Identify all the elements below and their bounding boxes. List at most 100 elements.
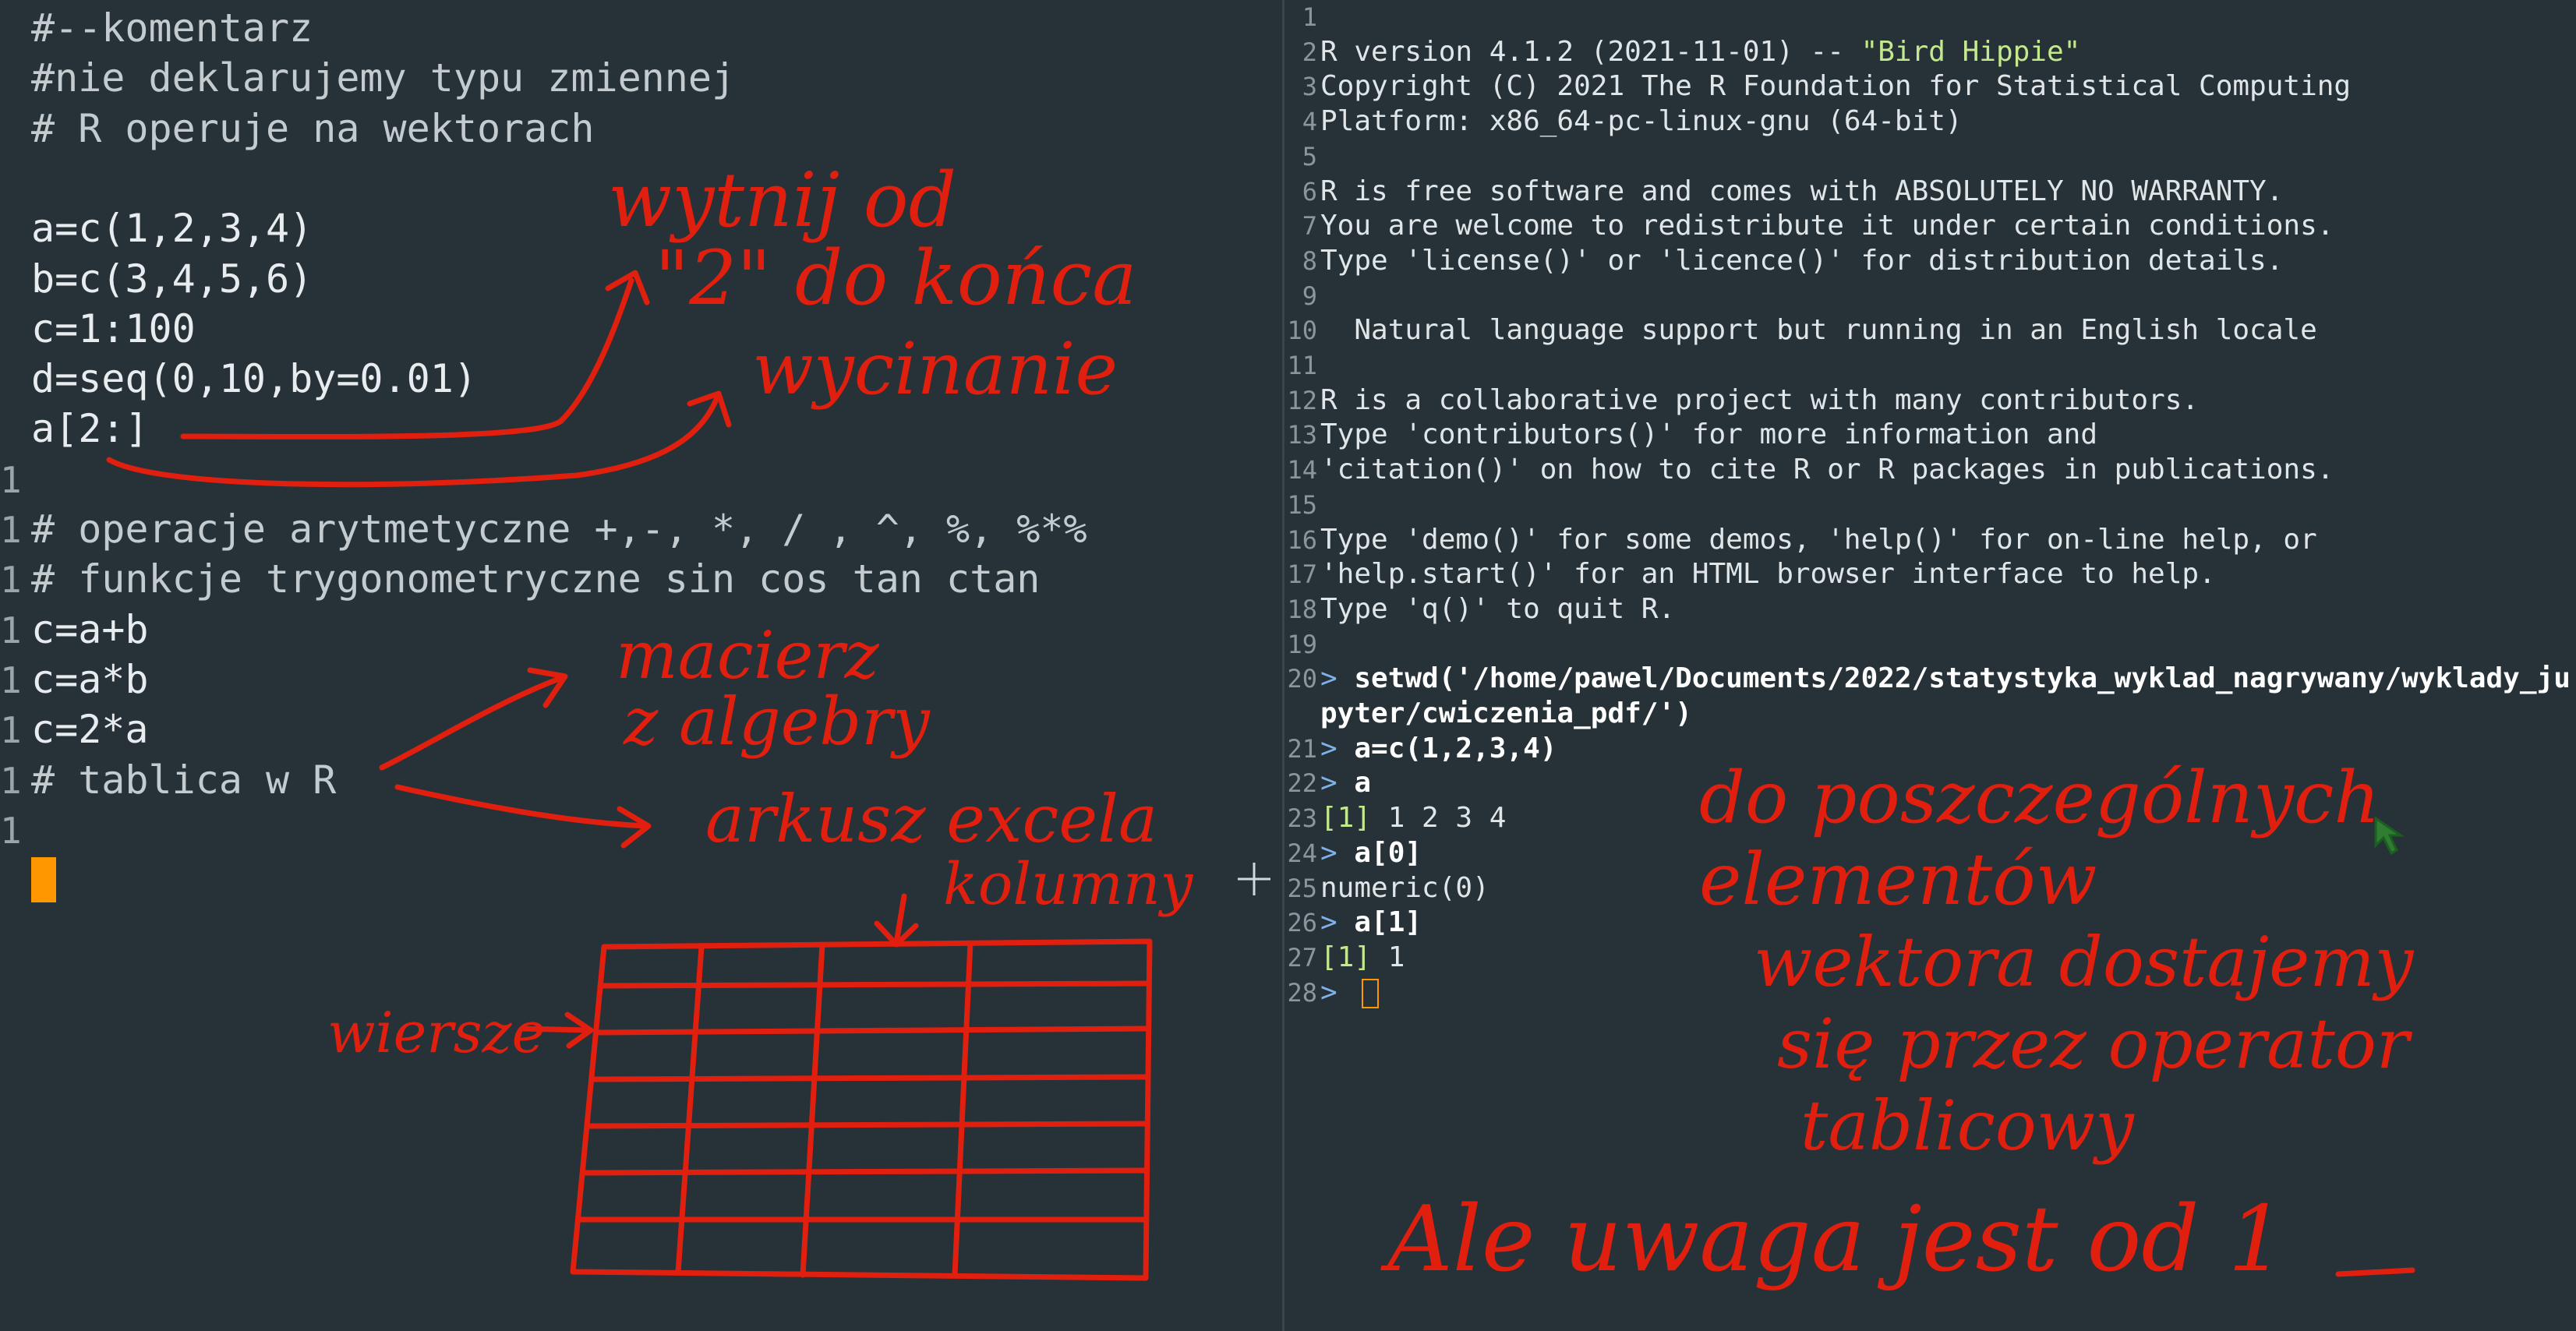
- r-console-pane[interactable]: 12R version 4.1.2 (2021-11-01) -- "Bird …: [1284, 0, 2576, 1331]
- line-number: 10: [1287, 316, 1317, 346]
- code-comment: # funkcje trygonometryczne sin cos tan c…: [31, 556, 1041, 602]
- line-number: 1: [1302, 2, 1317, 32]
- console-line: 10 Natural language support but running …: [1284, 313, 2316, 348]
- line-number: 21: [1287, 733, 1317, 764]
- console-line: 12 R is a collaborative project with many…: [1284, 383, 2199, 418]
- editor-line[interactable]: 1: [0, 805, 31, 855]
- console-line: 24 > a[0]: [1284, 836, 1422, 870]
- line-number: 28: [1287, 977, 1317, 1008]
- line-number: 22: [1287, 768, 1317, 799]
- console-output-text: Type 'demo()' for some demos, 'help()' f…: [1320, 523, 2317, 556]
- console-output-text: numeric(0): [1320, 871, 1489, 904]
- line-number: 11: [1287, 351, 1317, 380]
- line-number: 8: [1302, 245, 1317, 276]
- console-line: 1: [1284, 0, 1320, 34]
- console-line: 23 [1] 1 2 3 4: [1284, 801, 1506, 835]
- code-comment: #nie deklarujemy typu zmiennej: [31, 55, 736, 101]
- console-line: 28 >: [1284, 976, 1380, 1010]
- line-number: 6: [1302, 176, 1317, 207]
- line-number: 1: [0, 658, 22, 701]
- line-number: 19: [1287, 629, 1317, 659]
- editor-line[interactable]: b=c(3,4,5,6): [0, 254, 313, 304]
- editor-line[interactable]: a=c(1,2,3,4): [0, 203, 313, 253]
- line-number: 27: [1287, 942, 1317, 973]
- line-number: 12: [1287, 385, 1317, 415]
- editor-line[interactable]: # R operuje na wektorach: [0, 104, 594, 154]
- console-output-text: 'citation()' on how to cite R or R packa…: [1320, 454, 2334, 486]
- line-number: 1: [0, 809, 22, 852]
- console-output-text: 'help.start()' for an HTML browser inter…: [1320, 558, 2216, 591]
- console-output-text: Type 'license()' or 'licence()' for dist…: [1320, 244, 2284, 277]
- console-output-text: "Bird Hippie": [1860, 35, 2081, 68]
- console-line: 22 > a: [1284, 766, 1371, 800]
- code-comment: # operacje arytmetyczne +,-, *, / , ^, %…: [31, 507, 1087, 552]
- editor-line[interactable]: #nie deklarujemy typu zmiennej: [0, 53, 735, 103]
- console-line: 2R version 4.1.2 (2021-11-01) -- "Bird H…: [1284, 35, 2081, 69]
- console-output-text: [1]: [1320, 802, 1372, 835]
- console-line: 5: [1284, 139, 1320, 174]
- line-number: 17: [1287, 560, 1317, 590]
- code-text: c=a*b: [31, 656, 149, 702]
- console-line: 25 numeric(0): [1284, 871, 1489, 906]
- editor-line[interactable]: a[2:]: [0, 404, 149, 454]
- editor-pane[interactable]: #--komentarz #nie deklarujemy typu zmienn…: [0, 0, 1282, 1331]
- console-command: a: [1354, 767, 1372, 800]
- console-output-text: Copyright (C) 2021 The R Foundation for …: [1320, 70, 2352, 103]
- console-line: 26 > a[1]: [1284, 906, 1422, 940]
- editor-cursor: [31, 857, 56, 902]
- line-number: 5: [1302, 141, 1317, 171]
- console-line: 27 [1] 1: [1284, 941, 1405, 975]
- line-number: 1: [0, 609, 22, 651]
- line-number: 1: [0, 458, 22, 501]
- console-prompt: >: [1320, 976, 1355, 1008]
- console-line: 6R is free software and comes with ABSOL…: [1284, 175, 2284, 209]
- console-output-text: Platform: x86_64-pc-linux-gnu (64-bit): [1320, 105, 1963, 138]
- editor-line[interactable]: 1 # tablica w R: [0, 755, 336, 805]
- line-number: 15: [1287, 489, 1317, 520]
- console-input-cursor[interactable]: [1362, 978, 1380, 1008]
- editor-line[interactable]: d=seq(0,10,by=0.01): [0, 354, 477, 404]
- editor-line[interactable]: 1 # funkcje trygonometryczne sin cos tan …: [0, 554, 1040, 604]
- console-line: pyter/cwiczenia_pdf/'): [1284, 697, 1692, 731]
- line-number: 14: [1287, 455, 1317, 485]
- console-prompt: >: [1320, 906, 1355, 939]
- console-command: pyter/cwiczenia_pdf/'): [1320, 697, 1692, 729]
- console-output-text: You are welcome to redistribute it under…: [1320, 210, 2334, 242]
- editor-line[interactable]: c=1:100: [0, 304, 196, 354]
- console-output-text: R version 4.1.2 (2021-11-01) --: [1320, 35, 1861, 68]
- code-text: a=c(1,2,3,4): [31, 206, 313, 252]
- console-output-text: Type 'contributors()' for more informati…: [1320, 418, 2097, 451]
- code-text: c=a+b: [31, 606, 149, 652]
- console-command: setwd('/home/pawel/Documents/2022/statys…: [1354, 662, 2571, 695]
- editor-line[interactable]: 1: [0, 454, 31, 504]
- code-text: d=seq(0,10,by=0.01): [31, 356, 477, 402]
- code-text: a[2:]: [31, 406, 149, 452]
- console-prompt: >: [1320, 836, 1355, 869]
- editor-line[interactable]: 1 c=2*a: [0, 704, 149, 754]
- code-comment: # R operuje na wektorach: [31, 105, 595, 151]
- console-line: 7 You are welcome to redistribute it unde…: [1284, 209, 2334, 243]
- console-line: 9: [1284, 279, 1320, 313]
- line-number: 1: [0, 759, 22, 802]
- line-number: 7: [1302, 211, 1317, 242]
- console-prompt: >: [1320, 662, 1355, 695]
- console-line: 17'help.start()' for an HTML browser int…: [1284, 557, 2216, 591]
- editor-line[interactable]: [0, 154, 31, 203]
- editor-line[interactable]: 1 c=a+b: [0, 605, 149, 655]
- console-line: 21 > a=c(1,2,3,4): [1284, 732, 1557, 766]
- line-number: 1: [0, 509, 22, 551]
- console-line: 3 Copyright (C) 2021 The R Foundation for…: [1284, 69, 2351, 104]
- line-number: 2: [1302, 37, 1317, 67]
- editor-line[interactable]: #--komentarz: [0, 3, 313, 53]
- line-number: 9: [1302, 281, 1317, 311]
- console-output-text: R is free software and comes with ABSOLU…: [1320, 175, 2284, 207]
- line-number: 25: [1287, 873, 1317, 903]
- console-output-text: Type 'q()' to quit R.: [1320, 592, 1676, 625]
- line-number: 24: [1287, 838, 1317, 868]
- console-line: 14'citation()' on how to cite R or R pac…: [1284, 453, 2334, 487]
- editor-line[interactable]: 1 c=a*b: [0, 655, 149, 704]
- console-output-text: [1]: [1320, 941, 1372, 973]
- console-command: a=c(1,2,3,4): [1354, 732, 1557, 764]
- line-number: 3: [1302, 72, 1317, 102]
- editor-line[interactable]: 1 # operacje arytmetyczne +,-, *, / , ^, …: [0, 504, 1087, 554]
